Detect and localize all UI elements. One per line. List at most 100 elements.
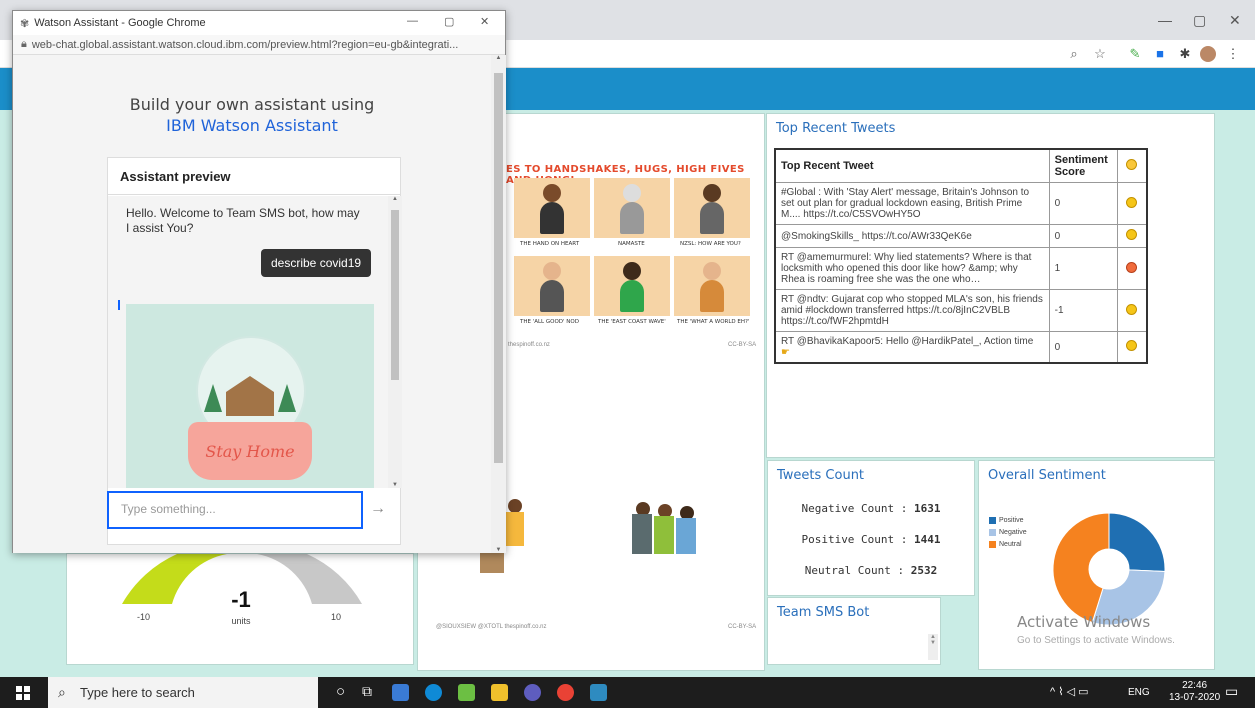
- neutral-count: Neutral Count : 2532: [804, 564, 938, 577]
- lock-icon: 🔒︎: [21, 38, 27, 50]
- maximize-icon[interactable]: ▢: [1193, 12, 1206, 29]
- message-scrollbar[interactable]: ▲ ▼: [388, 196, 402, 488]
- maximize-icon[interactable]: ▢: [444, 15, 454, 28]
- donut-slice-positive[interactable]: [1108, 512, 1166, 573]
- close-icon[interactable]: ✕: [480, 15, 489, 28]
- chat-url-bar: 🔒︎ web-chat.global.assistant.watson.clou…: [13, 35, 505, 55]
- language-indicator[interactable]: ENG: [1128, 687, 1150, 698]
- close-icon[interactable]: ✕: [1229, 12, 1241, 29]
- gauge-min: -10: [137, 612, 151, 622]
- panel-title: Tweets Count: [777, 468, 865, 483]
- minimize-icon[interactable]: —: [407, 15, 418, 27]
- cartoon-license: CC-BY-SA: [728, 624, 757, 630]
- taskbar-search-box[interactable]: ⌕ Type here to search: [48, 677, 318, 708]
- user-message: describe covid19: [261, 249, 372, 277]
- bot-panel-scrollbar[interactable]: ▲ ▼: [928, 634, 938, 660]
- bot-message: Hello. Welcome to Team SMS bot, how may …: [126, 206, 360, 235]
- ibm-watson-link[interactable]: IBM Watson Assistant: [13, 116, 491, 135]
- tweet-text: #Global : With 'Stay Alert' message, Bri…: [774, 182, 1050, 225]
- profile-avatar-icon[interactable]: [1200, 46, 1216, 62]
- message-input[interactable]: Type something...: [107, 491, 363, 529]
- chat-window-titlebar: ✾ Watson Assistant - Google Chrome — ▢ ✕: [13, 11, 505, 35]
- typing-indicator: [118, 300, 120, 310]
- cartoon-license: CC-BY-SA: [728, 342, 757, 348]
- laughing-face-icon: [1126, 159, 1138, 170]
- assistant-preview-title: Assistant preview: [108, 158, 400, 195]
- pointing-hand-icon: ☛: [781, 347, 790, 358]
- zoom-icon[interactable]: ⌕: [1066, 46, 1082, 62]
- angry-face-icon: [1126, 261, 1138, 273]
- tweets-count-panel: Tweets Count Negative Count : 1631 Posit…: [767, 460, 975, 596]
- stay-home-image: Stay Home: [126, 304, 374, 488]
- tweet-text: RT @ndtv: Gujarat cop who stopped MLA's …: [774, 289, 1050, 332]
- bookmark-star-icon[interactable]: ☆: [1092, 46, 1108, 62]
- stay-home-text: Stay Home: [205, 442, 295, 461]
- tweets-table: Top Recent Tweet Sentiment Score #Global…: [774, 148, 1148, 364]
- windows-taskbar: ⌕ Type here to search ○ ⧉ ^ ⌇ ◁ ▭ ENG 22…: [0, 677, 1255, 708]
- table-row: RT @ndtv: Gujarat cop who stopped MLA's …: [774, 289, 1148, 332]
- sentiment-donut-chart: [1052, 512, 1166, 626]
- menu-dots-icon[interactable]: ⋮: [1225, 46, 1241, 62]
- watson-logo-icon: ✾: [20, 17, 30, 30]
- cartoon-caption: THE 'WHAT A WORLD EH?': [677, 319, 750, 325]
- cartoon-tile: [594, 256, 670, 316]
- cartoon-credit: thespinoff.co.nz: [508, 342, 550, 348]
- minimize-icon[interactable]: —: [1158, 12, 1172, 28]
- col-header-tweet: Top Recent Tweet: [774, 148, 1050, 183]
- cartoon-tile: [594, 178, 670, 238]
- cartoon-tile: [514, 256, 590, 316]
- table-header-row: Top Recent Tweet Sentiment Score: [774, 148, 1148, 183]
- cartoon-tile: [674, 256, 750, 316]
- chrome-icon[interactable]: [557, 684, 574, 701]
- neutral-face-icon: [1126, 229, 1138, 240]
- gauge-max: 10: [331, 612, 342, 622]
- legend-negative: Negative: [989, 529, 1027, 536]
- tweet-score: 0: [1048, 224, 1118, 248]
- activate-windows-watermark: Activate Windows: [1017, 613, 1151, 631]
- task-view-icon[interactable]: ⧉: [362, 683, 372, 700]
- gauge-unit: units: [231, 616, 251, 626]
- taskbar-clock[interactable]: 22:46 13-07-2020: [1169, 680, 1220, 704]
- send-arrow-icon[interactable]: →: [370, 500, 386, 518]
- legend-neutral: Neutral: [989, 541, 1022, 548]
- tweet-score: 0: [1048, 331, 1118, 364]
- watson-assistant-window: ✾ Watson Assistant - Google Chrome — ▢ ✕…: [12, 10, 506, 553]
- tweet-score: -1: [1048, 289, 1118, 332]
- panel-title: Team SMS Bot: [777, 605, 870, 620]
- extension-chat-icon[interactable]: ■: [1152, 46, 1168, 62]
- activate-windows-subtext: Go to Settings to activate Windows.: [1017, 635, 1175, 646]
- notifications-icon[interactable]: ▭: [1225, 683, 1238, 700]
- cartoon-caption: NZSL: HOW ARE YOU?: [680, 241, 741, 247]
- extension-pen-icon[interactable]: ✎: [1127, 46, 1143, 62]
- panel-title: Top Recent Tweets: [776, 121, 896, 136]
- edge-icon[interactable]: [425, 684, 442, 701]
- extensions-puzzle-icon[interactable]: ✱: [1177, 46, 1193, 62]
- chat-window-scrollbar[interactable]: ▲ ▼: [491, 55, 506, 553]
- sad-face-icon: [1126, 303, 1138, 315]
- app-icon[interactable]: [458, 684, 475, 701]
- message-area: Hello. Welcome to Team SMS bot, how may …: [108, 196, 388, 488]
- neutral-face-icon: [1126, 340, 1138, 351]
- chat-url[interactable]: web-chat.global.assistant.watson.cloud.i…: [32, 39, 458, 51]
- col-header-emoji: [1116, 148, 1148, 183]
- tweet-text: @SmokingSkills_ https://t.co/AWr33QeK6e: [774, 224, 1050, 248]
- app-icon[interactable]: [392, 684, 409, 701]
- app-icon[interactable]: [524, 684, 541, 701]
- file-explorer-icon[interactable]: [491, 684, 508, 701]
- table-row: #Global : With 'Stay Alert' message, Bri…: [774, 182, 1148, 225]
- chat-body: Build your own assistant using IBM Watso…: [13, 55, 491, 553]
- photos-icon[interactable]: [590, 684, 607, 701]
- cartoon-person-icon: [508, 499, 522, 513]
- team-sms-bot-panel: Team SMS Bot ▲ ▼: [767, 597, 941, 665]
- system-tray-icons[interactable]: ^ ⌇ ◁ ▭: [1050, 685, 1089, 698]
- cartoon-caption: NAMASTE: [618, 241, 645, 247]
- assistant-preview-card: Assistant preview Hello. Welcome to Team…: [107, 157, 402, 545]
- tweet-score: 0: [1048, 182, 1118, 225]
- sentiment-gauge-panel: -1 units -10 10: [66, 553, 414, 665]
- cortana-icon[interactable]: ○: [336, 683, 345, 700]
- positive-count: Positive Count : 1441: [801, 533, 941, 546]
- cartoon-tile: [674, 178, 750, 238]
- cartoon-credit: @SIOUXSIEW @XTOTL thespinoff.co.nz: [436, 624, 547, 630]
- tweet-text: RT @amemurmurel: Why lied statements? Wh…: [774, 247, 1050, 290]
- windows-start-icon[interactable]: [16, 686, 30, 700]
